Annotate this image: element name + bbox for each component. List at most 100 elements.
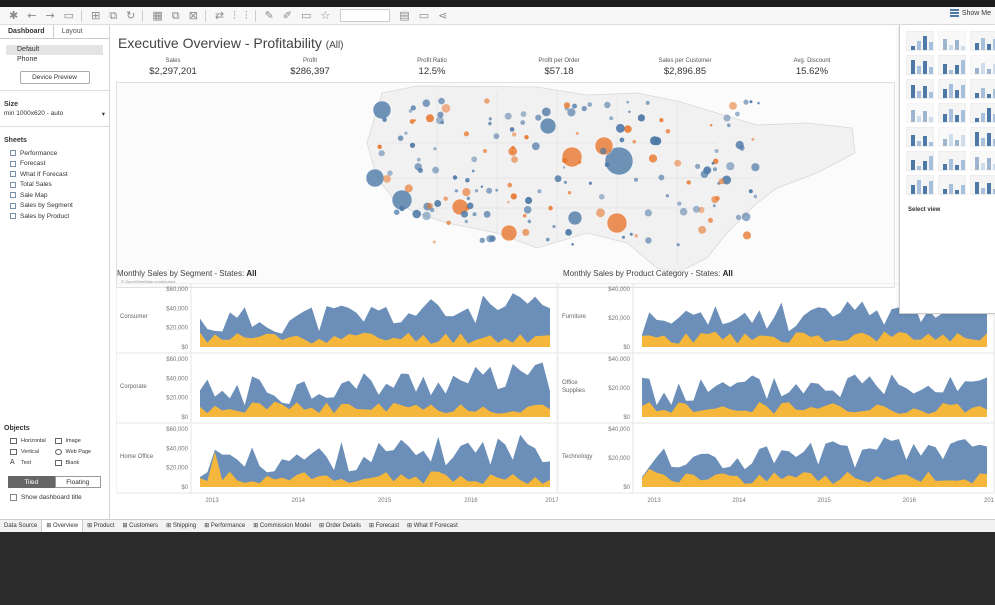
sheet-tab[interactable]: ⊞ What If Forecast xyxy=(403,520,462,533)
size-dropdown[interactable]: min 1000x620 - auto ▾ xyxy=(0,108,109,120)
sheet-tab[interactable]: Data Source xyxy=(0,520,41,533)
y-tick-label: $0 xyxy=(623,415,630,421)
chart-type-option[interactable] xyxy=(970,55,995,75)
present-icon[interactable]: ▭ xyxy=(419,7,429,25)
show-title-row[interactable]: Show dashboard title xyxy=(0,488,109,507)
forward-icon[interactable]: → xyxy=(45,7,54,25)
segment-chart[interactable]: Consumer $60,000 $40,000 $20,000 $0 Corporate… xyxy=(116,283,558,513)
sheet-item[interactable]: Total Sales xyxy=(0,180,109,191)
segment-chart-filter[interactable]: All xyxy=(246,269,256,278)
chart-type-option[interactable] xyxy=(938,55,966,75)
chart-type-option[interactable] xyxy=(938,31,966,51)
sheet-item[interactable]: Sales by Segment xyxy=(0,201,109,212)
sheet-item[interactable]: What If Forecast xyxy=(0,169,109,180)
chart-type-option[interactable] xyxy=(938,151,966,171)
sheet-item[interactable]: Sale Map xyxy=(0,190,109,201)
sheet-tab[interactable]: ⊞ Product xyxy=(83,520,118,533)
kpi-profit-ratio[interactable]: Profit Ratio 12.5% xyxy=(372,58,492,77)
tableau-logo-icon[interactable]: ✱ xyxy=(9,7,18,25)
device-phone[interactable]: Phone xyxy=(0,55,109,65)
sheet-tab[interactable]: ⊞ Shipping xyxy=(162,520,200,533)
highlight-icon[interactable]: ✎ xyxy=(265,7,274,25)
chart-type-option[interactable] xyxy=(970,103,995,123)
object-horizontal[interactable]: Horizontal xyxy=(10,436,55,445)
map-marker xyxy=(432,166,439,174)
sort-asc-icon[interactable]: ⫶ xyxy=(233,7,236,25)
device-default[interactable]: Default xyxy=(6,45,103,55)
sheet-label: Total Sales xyxy=(20,181,52,189)
chart-type-option[interactable] xyxy=(906,103,934,123)
clear-icon[interactable]: ⊠ xyxy=(189,7,198,25)
chart-type-option[interactable] xyxy=(970,175,995,195)
save-icon[interactable]: ▭ xyxy=(64,7,74,25)
back-icon[interactable]: ← xyxy=(27,7,36,25)
sheet-tab[interactable]: ⊞ Forecast xyxy=(365,520,403,533)
pause-icon[interactable]: ⧉ xyxy=(109,7,117,25)
chart-type-option[interactable] xyxy=(906,31,934,51)
sheet-tab[interactable]: ⊞ Customers xyxy=(118,520,162,533)
chart-type-option[interactable] xyxy=(906,55,934,75)
refresh-icon[interactable]: ↻ xyxy=(126,7,135,25)
chart-type-option[interactable] xyxy=(906,175,934,195)
profit-map[interactable]: © OpenStreetMap contributors xyxy=(116,82,895,288)
fix-axes-icon[interactable]: ☆ xyxy=(320,7,330,25)
sheet-item[interactable]: Performance xyxy=(0,148,109,159)
object-blank[interactable]: Blank xyxy=(54,458,100,467)
show-title-checkbox[interactable] xyxy=(10,494,17,501)
object-webpage[interactable]: Web Page xyxy=(54,447,100,456)
category-chart-title-text: Monthly Sales by Product Category - Stat… xyxy=(563,269,721,278)
floating-button[interactable]: Floating xyxy=(54,476,101,488)
chart-type-option[interactable] xyxy=(906,151,934,171)
share-icon[interactable]: ⋖ xyxy=(438,7,447,25)
chart-type-option[interactable] xyxy=(970,151,995,171)
object-vertical[interactable]: Vertical xyxy=(10,447,55,456)
map-marker xyxy=(377,144,382,149)
chart-type-option[interactable] xyxy=(906,79,934,99)
sheet-item[interactable]: Sales by Product xyxy=(0,211,109,222)
new-datasource-icon[interactable]: ⊞ xyxy=(91,7,100,25)
sheet-tab[interactable]: ⊞ Overview xyxy=(41,519,84,532)
size-heading: Size xyxy=(4,101,19,108)
group-icon[interactable]: ✐ xyxy=(283,7,292,25)
new-sheet-icon[interactable]: ▦ xyxy=(152,7,162,25)
sheet-icon xyxy=(10,150,16,157)
map-marker xyxy=(698,226,707,234)
chart-type-option[interactable] xyxy=(970,79,995,99)
map-marker xyxy=(484,98,490,104)
tab-dashboard[interactable]: Dashboard xyxy=(0,25,53,38)
sheet-tab[interactable]: ⊞ Commission Model xyxy=(249,520,315,533)
label-icon[interactable]: ▭ xyxy=(301,7,311,25)
sheet-item[interactable]: Forecast xyxy=(0,159,109,170)
map-marker xyxy=(749,100,753,104)
kpi-profit[interactable]: Profit $286,397 xyxy=(250,58,370,77)
tab-layout[interactable]: Layout xyxy=(52,25,109,38)
swap-icon[interactable]: ⇄ xyxy=(215,7,224,25)
sort-desc-icon[interactable]: ⫶ xyxy=(245,7,248,25)
chart-type-option[interactable] xyxy=(938,79,966,99)
object-image[interactable]: Image xyxy=(54,436,100,445)
kpi-sales[interactable]: Sales $2,297,201 xyxy=(113,58,233,77)
chart-type-option[interactable] xyxy=(938,175,966,195)
sheet-tab[interactable]: ⊞ Order Details xyxy=(315,520,365,533)
fit-dropdown[interactable] xyxy=(340,9,391,22)
sheet-tab[interactable]: ⊞ Performance xyxy=(200,520,249,533)
map-svg[interactable] xyxy=(117,83,895,288)
fit-icon[interactable]: ▤ xyxy=(399,7,409,25)
chart-type-option[interactable] xyxy=(938,103,966,123)
tiled-floating-toggle: Tiled Floating xyxy=(8,476,101,488)
tiled-button[interactable]: Tiled xyxy=(8,476,55,488)
duplicate-icon[interactable]: ⧉ xyxy=(172,7,180,25)
chart-type-option[interactable] xyxy=(970,31,995,51)
kpi-profit-per-order[interactable]: Profit per Order $57.18 xyxy=(499,58,619,77)
chart-type-option[interactable] xyxy=(970,127,995,147)
category-chart[interactable]: Furniture $40,000 $20,000 $0 Office Supplies $… xyxy=(558,283,995,513)
device-preview-button[interactable]: Device Preview xyxy=(19,71,90,84)
category-chart-filter[interactable]: All xyxy=(723,269,733,278)
kpi-sales-per-customer[interactable]: Sales per Customer $2,896.85 xyxy=(625,58,745,77)
map-marker xyxy=(599,194,605,200)
kpi-avg-discount[interactable]: Avg. Discount 15.62% xyxy=(752,58,872,77)
show-me-button[interactable]: Show Me xyxy=(949,9,991,17)
object-text[interactable]: A Text xyxy=(10,458,55,467)
chart-type-option[interactable] xyxy=(938,127,966,147)
chart-type-option[interactable] xyxy=(906,127,934,147)
